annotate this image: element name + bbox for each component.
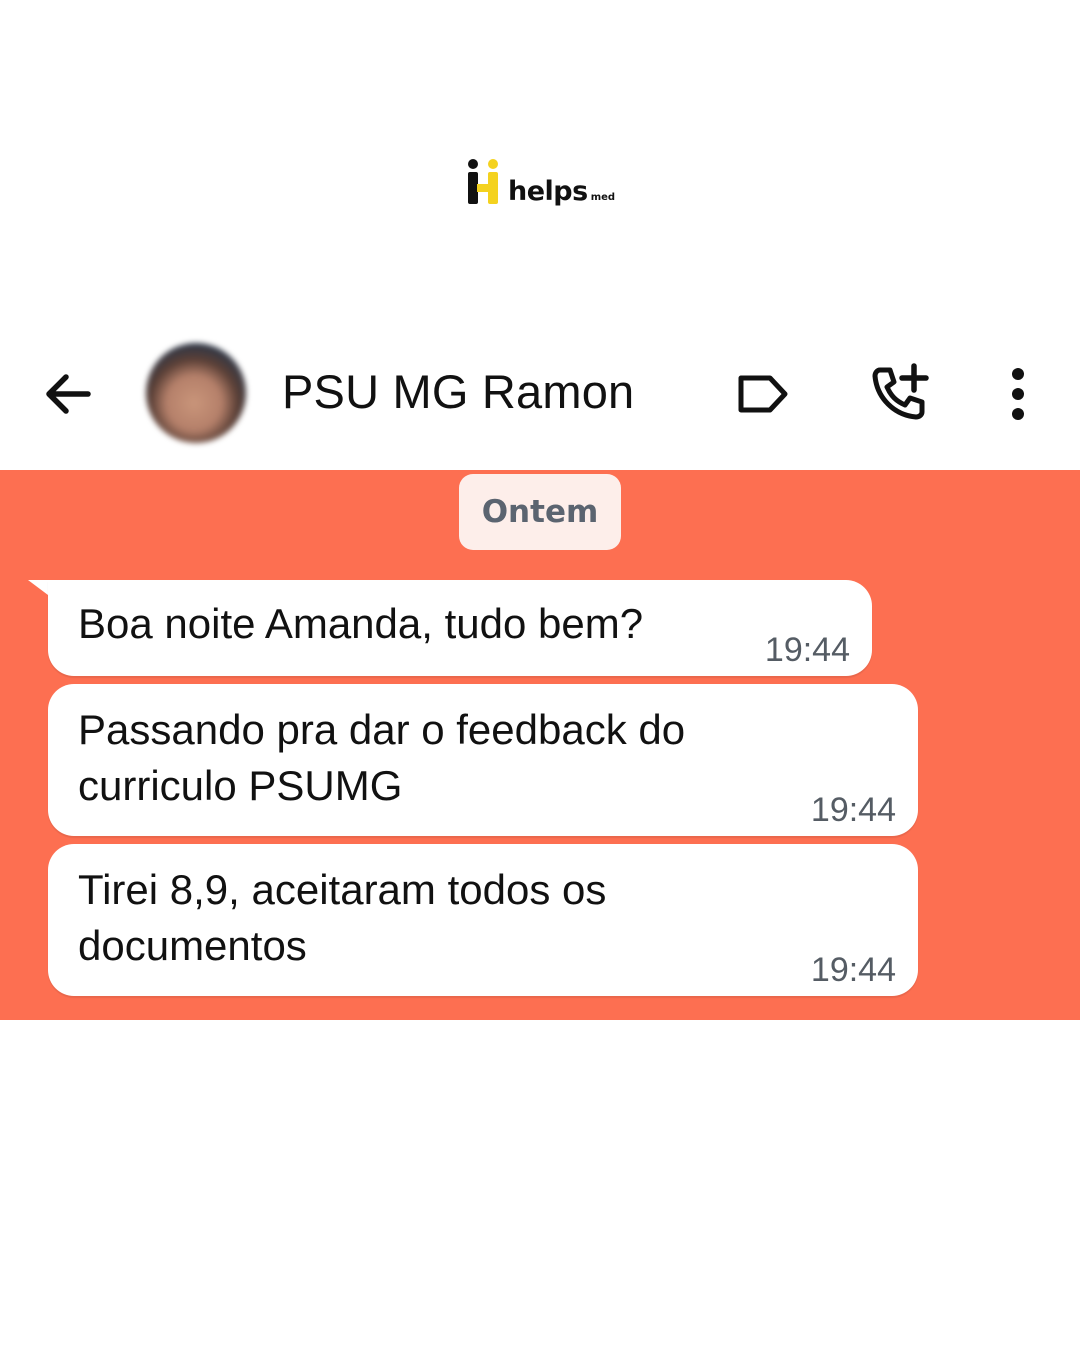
message-text: Boa noite Amanda, tudo bem? bbox=[78, 600, 644, 647]
message-time: 19:44 bbox=[810, 791, 896, 829]
brand-suffix: med bbox=[590, 192, 616, 203]
add-call-icon[interactable] bbox=[866, 362, 932, 424]
brand-logo: helps med bbox=[466, 158, 615, 206]
date-separator: Ontem bbox=[459, 474, 621, 550]
label-tag-icon[interactable] bbox=[732, 366, 792, 422]
message-time: 19:44 bbox=[810, 951, 896, 989]
message-bubble[interactable]: Passando pra dar o feedback do curriculo… bbox=[48, 684, 918, 836]
message-bubble[interactable]: Tirei 8,9, aceitaram todos os documentos… bbox=[48, 844, 918, 996]
conversation-area[interactable]: Ontem Boa noite Amanda, tudo bem? 19:44 … bbox=[0, 470, 1080, 1020]
message-text: Passando pra dar o feedback do curriculo… bbox=[78, 706, 686, 809]
chat-header: PSU MG Ramon bbox=[0, 330, 1080, 470]
brand-name: helps bbox=[508, 176, 588, 207]
more-vert-icon[interactable] bbox=[996, 364, 1040, 424]
contact-name[interactable]: PSU MG Ramon bbox=[282, 364, 634, 419]
message-bubble[interactable]: Boa noite Amanda, tudo bem? 19:44 bbox=[48, 580, 872, 676]
back-arrow-icon[interactable] bbox=[40, 366, 96, 422]
helpsmed-logo-icon bbox=[468, 159, 498, 204]
message-time: 19:44 bbox=[764, 631, 850, 669]
message-text: Tirei 8,9, aceitaram todos os documentos bbox=[78, 866, 607, 969]
page: helps med PSU MG Ramon Ontem Boa noite A… bbox=[0, 0, 1080, 1350]
avatar[interactable] bbox=[146, 343, 246, 443]
